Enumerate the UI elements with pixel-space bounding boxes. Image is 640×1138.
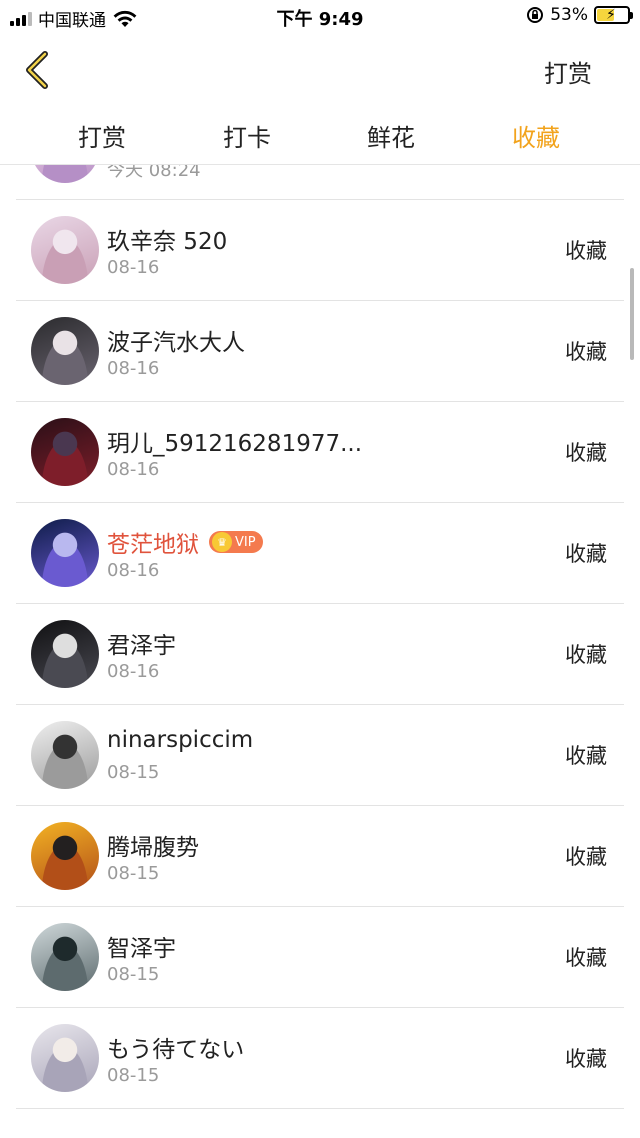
list-item[interactable]: 玖辛奈 520 08-16 收藏 — [16, 200, 624, 301]
item-date: 08-16 — [107, 459, 160, 480]
name-line: ninarspiccim — [107, 727, 253, 753]
name-line: 腾埽腹势 — [107, 828, 199, 862]
list-item[interactable]: ninarspiccim 08-15 收藏 — [16, 705, 624, 806]
favorite-action-label[interactable]: 收藏 — [565, 1043, 607, 1073]
user-name[interactable]: ninarspiccim — [107, 727, 253, 753]
avatar[interactable] — [31, 923, 99, 991]
avatar[interactable] — [31, 1024, 99, 1092]
favorite-action-label[interactable]: 收藏 — [565, 538, 607, 568]
item-date: 08-16 — [107, 358, 160, 379]
favorite-action-label[interactable]: 收藏 — [565, 437, 607, 467]
tab-reward[interactable]: 打赏 — [42, 118, 162, 153]
favorites-list: 盛雪今天 08:24收藏玖辛奈 52008-16收藏波子汽水大人08-16收藏玥… — [0, 115, 640, 1109]
scrollbar[interactable] — [630, 268, 634, 360]
list-item[interactable]: もう待てない 08-15 收藏 — [16, 1008, 624, 1109]
item-date: 08-16 — [107, 560, 160, 581]
charging-bolt-icon: ⚡ — [606, 7, 616, 23]
crown-icon: ♛ — [212, 532, 232, 552]
reward-button[interactable]: 打赏 — [544, 54, 592, 89]
avatar[interactable] — [31, 721, 99, 789]
tab-favorites[interactable]: 收藏 — [476, 118, 596, 153]
favorite-action-label[interactable]: 收藏 — [565, 639, 607, 669]
item-date: 08-15 — [107, 762, 160, 783]
name-line: もう待てない — [107, 1030, 244, 1064]
avatar[interactable] — [31, 519, 99, 587]
user-name[interactable]: 玥儿_591216281977... — [107, 424, 362, 458]
list-item[interactable]: 波子汽水大人 08-16 收藏 — [16, 301, 624, 402]
chevron-left-icon[interactable] — [18, 48, 58, 92]
favorite-action-label[interactable]: 收藏 — [565, 841, 607, 871]
list-item[interactable]: 君泽宇 08-16 收藏 — [16, 604, 624, 705]
tab-checkin[interactable]: 打卡 — [187, 118, 307, 153]
user-name[interactable]: 苍茫地狱 — [107, 525, 199, 559]
battery-percent: 53% — [550, 5, 588, 25]
name-line: 智泽宇 — [107, 929, 176, 963]
item-date: 08-16 — [107, 661, 160, 682]
name-line: 玥儿_591216281977... — [107, 424, 362, 458]
status-right: 53% ⚡ — [526, 5, 633, 25]
user-name[interactable]: もう待てない — [107, 1030, 244, 1064]
rotation-lock-icon — [527, 7, 544, 23]
battery-icon: ⚡ — [594, 6, 633, 24]
vip-badge: ♛ VIP — [209, 531, 263, 553]
favorite-action-label[interactable]: 收藏 — [565, 942, 607, 972]
user-name[interactable]: 波子汽水大人 — [107, 323, 245, 357]
list-item[interactable]: 腾埽腹势 08-15 收藏 — [16, 806, 624, 907]
item-date: 08-15 — [107, 863, 160, 884]
avatar[interactable] — [31, 620, 99, 688]
name-line: 君泽宇 — [107, 626, 176, 660]
favorite-action-label[interactable]: 收藏 — [565, 235, 607, 265]
user-name[interactable]: 腾埽腹势 — [107, 828, 199, 862]
name-line: 苍茫地狱 ♛ VIP — [107, 525, 263, 559]
user-name[interactable]: 玖辛奈 520 — [107, 222, 227, 256]
list-item[interactable]: 苍茫地狱 ♛ VIP 08-16 收藏 — [16, 503, 624, 604]
favorite-action-label[interactable]: 收藏 — [565, 336, 607, 366]
item-date: 08-15 — [107, 1065, 160, 1086]
avatar[interactable] — [31, 418, 99, 486]
favorite-action-label[interactable]: 收藏 — [565, 740, 607, 770]
avatar[interactable] — [31, 216, 99, 284]
user-name[interactable]: 智泽宇 — [107, 929, 176, 963]
avatar[interactable] — [31, 822, 99, 890]
list-item[interactable]: 智泽宇 08-15 收藏 — [16, 907, 624, 1008]
tab-bar: 打赏 打卡 鲜花 收藏 — [0, 106, 640, 165]
name-line: 波子汽水大人 — [107, 323, 245, 357]
list-item[interactable]: 玥儿_591216281977... 08-16 收藏 — [16, 402, 624, 503]
avatar[interactable] — [31, 317, 99, 385]
name-line: 玖辛奈 520 — [107, 222, 227, 256]
tab-flowers[interactable]: 鲜花 — [331, 118, 451, 153]
vip-label: VIP — [235, 534, 256, 550]
user-name[interactable]: 君泽宇 — [107, 626, 176, 660]
item-date: 08-16 — [107, 257, 160, 278]
page: 中国联通 下午 9:49 53% ⚡ 打赏 打赏 打卡 鲜花 收藏 今天 08:… — [0, 0, 640, 1138]
item-date: 08-15 — [107, 964, 160, 985]
nav-bar: 打赏 — [0, 34, 640, 106]
status-bar: 中国联通 下午 9:49 53% ⚡ — [0, 0, 640, 34]
